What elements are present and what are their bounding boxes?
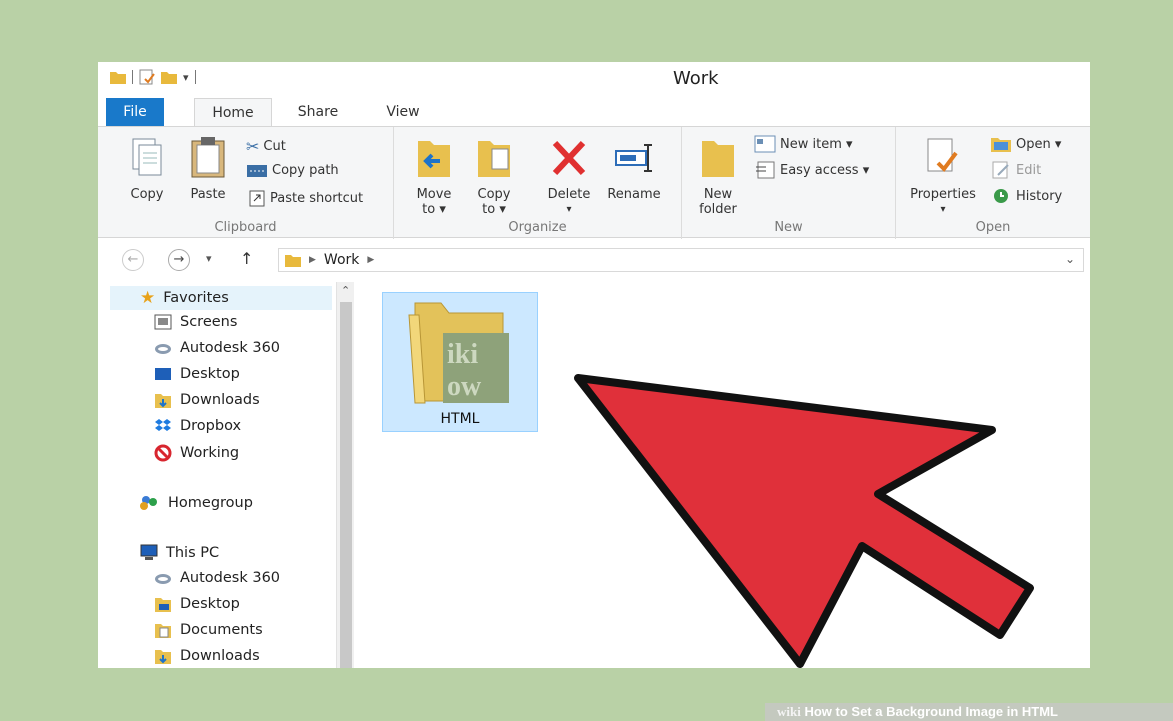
watermark-text: How to Set a Background Image in HTML <box>804 704 1058 719</box>
red-arrow-annotation <box>574 374 1034 668</box>
watermark-brand: wiki <box>777 704 801 719</box>
watermark: wiki How to Set a Background Image in HT… <box>765 703 1173 721</box>
